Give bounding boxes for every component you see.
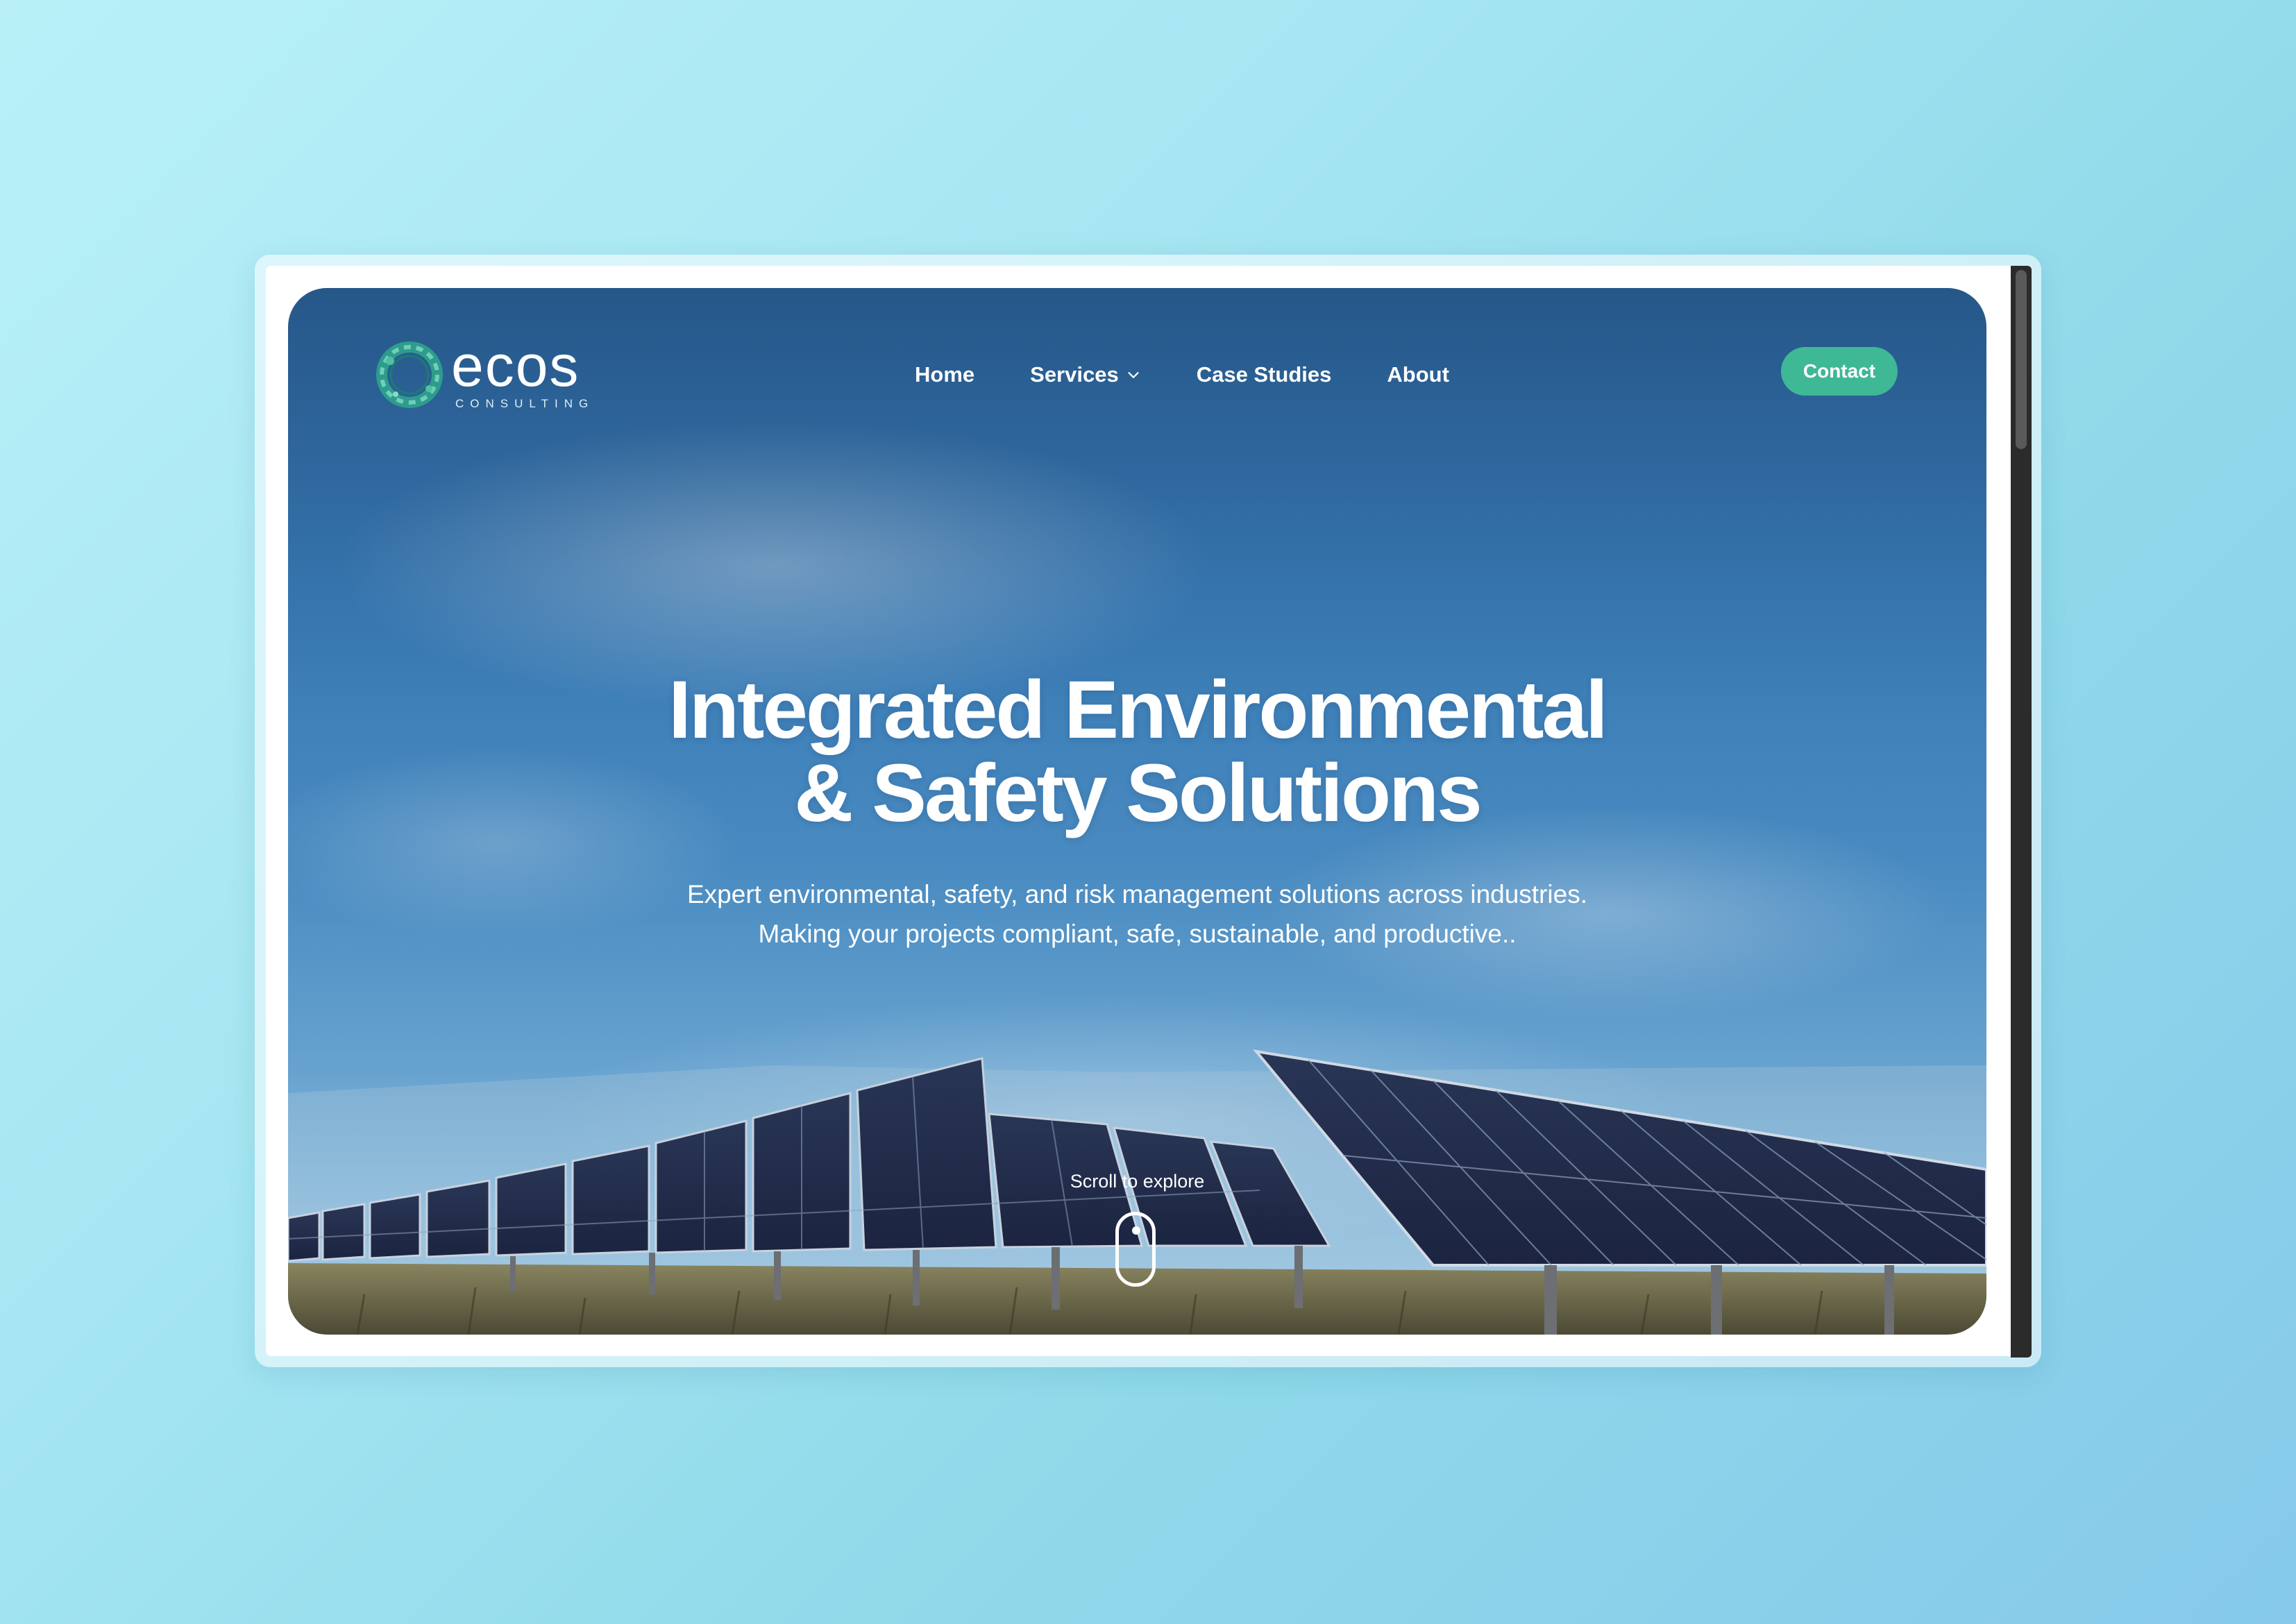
brand-logo[interactable]: ecos CONSULTING [375,337,594,413]
nav-services[interactable]: Services [1030,362,1141,387]
hero-headline-line2: & Safety Solutions [794,747,1482,839]
hero-headline: Integrated Environmental & Safety Soluti… [288,668,1986,835]
scroll-mouse-dot [1132,1226,1140,1235]
logo-tagline: CONSULTING [455,396,595,410]
logo-icon [376,341,443,408]
nav-about[interactable]: About [1387,362,1449,387]
logo-wordmark: ecos [451,332,580,398]
nav-home[interactable]: Home [915,362,974,387]
nav-about-label: About [1387,362,1449,387]
hero-section: ecos CONSULTING Home Services Case Studi… [288,288,1986,1335]
hero-subtext: Expert environmental, safety, and risk m… [288,874,1986,954]
nav-case-studies[interactable]: Case Studies [1197,362,1332,387]
hero-subtext-line2: Making your projects compliant, safe, su… [758,920,1517,948]
nav-case-studies-label: Case Studies [1196,362,1332,387]
nav-services-label: Services [1030,362,1119,387]
hero-headline-line1: Integrated Environmental [668,664,1608,756]
vertical-scrollbar[interactable] [2011,266,2032,1357]
nav-home-label: Home [915,362,975,387]
main-nav: Home Services Case Studies About [915,357,1505,392]
contact-button[interactable]: Contact [1781,347,1898,396]
scroll-mouse-icon[interactable] [1115,1212,1156,1287]
scrollbar-thumb[interactable] [2016,270,2027,449]
hero-subtext-line1: Expert environmental, safety, and risk m… [687,880,1587,908]
scroll-hint-label: Scroll to explore [1070,1171,1205,1192]
chevron-down-icon [1128,372,1139,378]
